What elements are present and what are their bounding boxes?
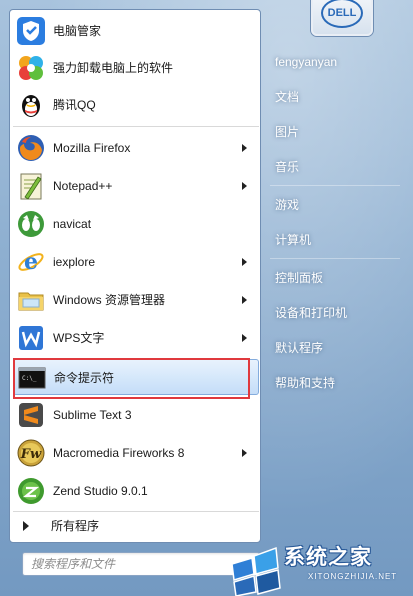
watermark-logo: 系统之家 XITONGZHIJIA.NET	[224, 534, 413, 596]
notepad-icon	[20, 173, 42, 200]
program-label: 电脑管家	[53, 24, 102, 38]
list-divider	[13, 126, 259, 127]
windows-flag-icon	[231, 546, 281, 596]
program-label: 强力卸载电脑上的软件	[53, 61, 174, 75]
highlight-box	[13, 358, 250, 399]
firefox-icon	[18, 135, 44, 161]
user-name-link[interactable]: fengyanyan	[268, 47, 403, 77]
right-link-computer[interactable]: 计算机	[268, 225, 403, 255]
svg-text:e: e	[24, 249, 38, 275]
right-link-help[interactable]: 帮助和支持	[268, 368, 403, 398]
program-label: navicat	[53, 217, 92, 231]
program-label: Macromedia Fireworks 8	[53, 446, 185, 460]
shield-icon	[17, 17, 45, 45]
program-label: WPS文字	[53, 331, 105, 345]
right-link-games[interactable]: 游戏	[268, 190, 403, 220]
program-item-uninstall[interactable]: 强力卸载电脑上的软件	[13, 50, 259, 86]
all-programs-button[interactable]: 所有程序	[13, 513, 259, 539]
program-item-notepadpp[interactable]: Notepad++	[13, 168, 259, 204]
watermark-url: XITONGZHIJIA.NET	[308, 572, 398, 581]
program-label: 腾讯QQ	[53, 98, 96, 112]
wps-icon	[19, 326, 43, 350]
program-label: Zend Studio 9.0.1	[53, 484, 148, 498]
all-programs-label: 所有程序	[51, 519, 100, 533]
program-item-sublime[interactable]: Sublime Text 3	[13, 397, 259, 433]
uninstall-icon	[19, 56, 43, 80]
submenu-arrow-icon[interactable]	[242, 296, 247, 304]
right-link-default-programs[interactable]: 默认程序	[268, 333, 403, 363]
program-item-zend[interactable]: Zend Studio 9.0.1	[13, 473, 259, 509]
program-item-qq[interactable]: 腾讯QQ	[13, 87, 259, 123]
program-item-fireworks[interactable]: Fw Macromedia Fireworks 8	[13, 435, 259, 471]
list-divider	[13, 511, 259, 512]
submenu-arrow-icon[interactable]	[242, 144, 247, 152]
start-menu: DELL 电脑管家 强力卸载电脑上的软件 腾讯QQ Mozilla Firefo…	[0, 0, 413, 596]
program-item-navicat[interactable]: navicat	[13, 206, 259, 242]
program-label: Notepad++	[53, 179, 113, 193]
navicat-icon	[18, 211, 44, 237]
expand-arrow-icon	[23, 521, 29, 531]
submenu-arrow-icon[interactable]	[242, 182, 247, 190]
right-divider	[270, 258, 400, 259]
program-item-firefox[interactable]: Mozilla Firefox	[13, 130, 259, 166]
ie-icon: e	[18, 249, 44, 275]
submenu-arrow-icon[interactable]	[242, 258, 247, 266]
program-label: Mozilla Firefox	[53, 141, 131, 155]
right-link-music[interactable]: 音乐	[268, 152, 403, 182]
fireworks-icon: Fw	[17, 439, 45, 467]
program-item-pcmgr[interactable]: 电脑管家	[13, 13, 259, 49]
right-link-control-panel[interactable]: 控制面板	[268, 263, 403, 293]
program-label: Windows 资源管理器	[53, 293, 166, 307]
dell-logo-text: DELL	[327, 7, 357, 19]
program-label: iexplore	[53, 255, 96, 269]
program-item-wps[interactable]: WPS文字	[13, 320, 259, 356]
program-item-iexplore[interactable]: e iexplore	[13, 244, 259, 280]
submenu-arrow-icon[interactable]	[242, 449, 247, 457]
right-link-devices-printers[interactable]: 设备和打印机	[268, 298, 403, 328]
user-tile[interactable]: DELL	[311, 0, 373, 36]
program-item-explorer[interactable]: Windows 资源管理器	[13, 282, 259, 318]
right-link-pictures[interactable]: 图片	[268, 117, 403, 147]
svg-text:Fw: Fw	[20, 447, 42, 462]
right-link-documents[interactable]: 文档	[268, 82, 403, 112]
program-label: Sublime Text 3	[53, 408, 132, 422]
folder-icon	[18, 292, 44, 311]
zend-icon	[18, 478, 44, 504]
watermark-title: 系统之家	[284, 546, 372, 569]
program-list-pane: 电脑管家 强力卸载电脑上的软件 腾讯QQ Mozilla Firefox Not…	[9, 9, 261, 543]
right-divider	[270, 185, 400, 186]
penguin-icon	[22, 95, 40, 117]
sublime-icon	[19, 403, 43, 427]
submenu-arrow-icon[interactable]	[242, 334, 247, 342]
dell-logo-icon: DELL	[321, 0, 363, 28]
